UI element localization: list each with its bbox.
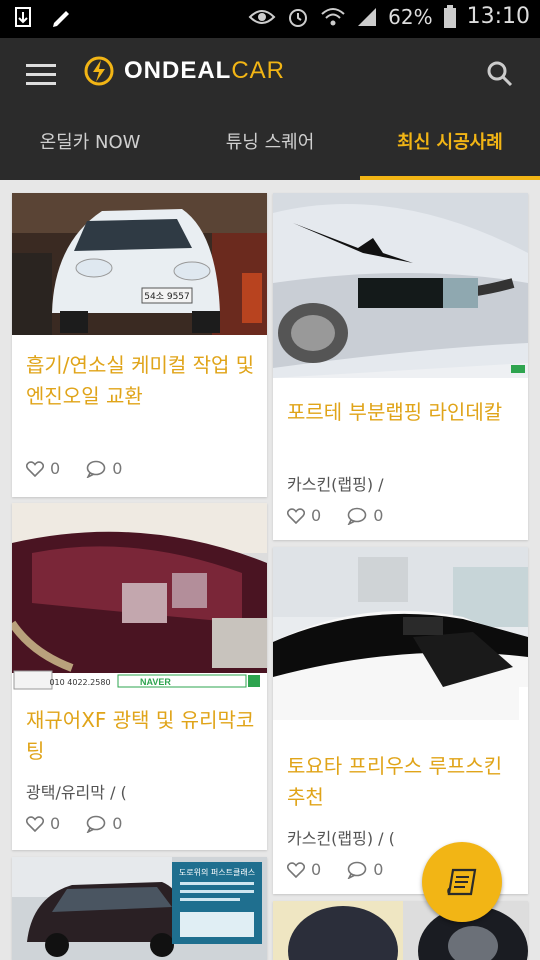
wifi-icon bbox=[321, 7, 345, 25]
search-icon[interactable] bbox=[486, 60, 514, 88]
app-bar: ONDEAL CAR bbox=[0, 38, 540, 110]
eye-icon bbox=[248, 9, 276, 24]
comment-icon[interactable] bbox=[347, 861, 367, 879]
heart-icon[interactable] bbox=[26, 815, 44, 832]
post-card[interactable]: 포르테 부분랩핑 라인데칼 카스킨(랩핑) / 0 0 bbox=[273, 193, 528, 540]
post-stats: 0 0 bbox=[287, 506, 383, 525]
post-title[interactable]: 토요타 프리우스 루프스킨 추천 bbox=[287, 751, 519, 813]
post-title[interactable]: 포르테 부분랩핑 라인데칼 bbox=[287, 397, 519, 428]
comment-count: 0 bbox=[112, 459, 123, 478]
lightning-logo-icon bbox=[84, 56, 114, 86]
post-category: 광택/유리막 / ( bbox=[26, 783, 127, 802]
brand-suffix: CAR bbox=[231, 57, 286, 84]
post-card[interactable]: 도로위의 퍼스트클래스 bbox=[12, 857, 267, 960]
post-title[interactable]: 재규어XF 광택 및 유리막코팅 bbox=[26, 705, 258, 767]
write-post-icon bbox=[447, 868, 477, 896]
status-bar: 62% 13:10 bbox=[0, 0, 540, 38]
comment-icon[interactable] bbox=[86, 815, 106, 833]
post-image bbox=[273, 547, 528, 720]
signal-icon bbox=[358, 7, 377, 26]
download-notification-icon bbox=[15, 7, 31, 27]
post-image bbox=[273, 193, 528, 378]
status-time: 13:10 bbox=[466, 4, 530, 29]
post-category: 카스킨(랩핑) / bbox=[287, 475, 384, 494]
post-image: 54소 9557 bbox=[12, 193, 267, 335]
banner-text: 도로위의 퍼스트클래스 bbox=[179, 867, 255, 877]
tab-latest-cases[interactable]: 최신 시공사례 bbox=[360, 110, 540, 180]
shop-phone-text: 010 4022.2580 bbox=[49, 678, 110, 687]
post-card[interactable]: 54소 9557 흡기/연소실 케미컬 작업 및 엔진오일 교환 0 0 bbox=[12, 193, 267, 497]
naver-text: NAVER bbox=[140, 677, 171, 687]
post-image: 010 4022.2580 NAVER bbox=[12, 503, 267, 690]
like-count: 0 bbox=[50, 459, 61, 478]
heart-icon[interactable] bbox=[287, 861, 305, 878]
brand-name: ONDEAL bbox=[124, 57, 232, 84]
battery-percent: 62% bbox=[388, 4, 433, 29]
comment-icon[interactable] bbox=[86, 460, 106, 478]
post-image: 도로위의 퍼스트클래스 bbox=[12, 857, 267, 960]
comment-count: 0 bbox=[373, 860, 384, 879]
post-stats: 0 0 bbox=[26, 459, 122, 478]
comment-icon[interactable] bbox=[347, 507, 367, 525]
like-count: 0 bbox=[311, 506, 322, 525]
tab-tuning-square[interactable]: 튜닝 스퀘어 bbox=[180, 110, 360, 180]
alarm-icon bbox=[289, 8, 308, 27]
menu-icon[interactable] bbox=[26, 64, 56, 85]
post-category: 카스킨(랩핑) / ( bbox=[287, 829, 395, 848]
battery-icon bbox=[443, 4, 456, 28]
comment-count: 0 bbox=[373, 506, 384, 525]
license-plate-text: 54소 9557 bbox=[144, 291, 190, 302]
heart-icon[interactable] bbox=[26, 460, 44, 477]
edit-notification-icon bbox=[53, 11, 69, 27]
tab-bar: 온딜카 NOW 튜닝 스퀘어 최신 시공사례 bbox=[0, 110, 540, 180]
post-title[interactable]: 흡기/연소실 케미컬 작업 및 엔진오일 교환 bbox=[26, 350, 258, 412]
comment-count: 0 bbox=[112, 814, 123, 833]
write-post-button[interactable] bbox=[422, 842, 502, 922]
tab-ondealcar-now[interactable]: 온딜카 NOW bbox=[0, 110, 180, 180]
post-stats: 0 0 bbox=[26, 814, 122, 833]
like-count: 0 bbox=[311, 860, 322, 879]
heart-icon[interactable] bbox=[287, 507, 305, 524]
like-count: 0 bbox=[50, 814, 61, 833]
post-card[interactable]: 010 4022.2580 NAVER 재규어XF 광택 및 유리막코팅 광택/… bbox=[12, 503, 267, 850]
post-card[interactable]: 토요타 프리우스 루프스킨 추천 카스킨(랩핑) / ( 0 0 bbox=[273, 547, 528, 894]
post-stats: 0 0 bbox=[287, 860, 383, 879]
app-logo: ONDEAL CAR bbox=[84, 56, 285, 86]
